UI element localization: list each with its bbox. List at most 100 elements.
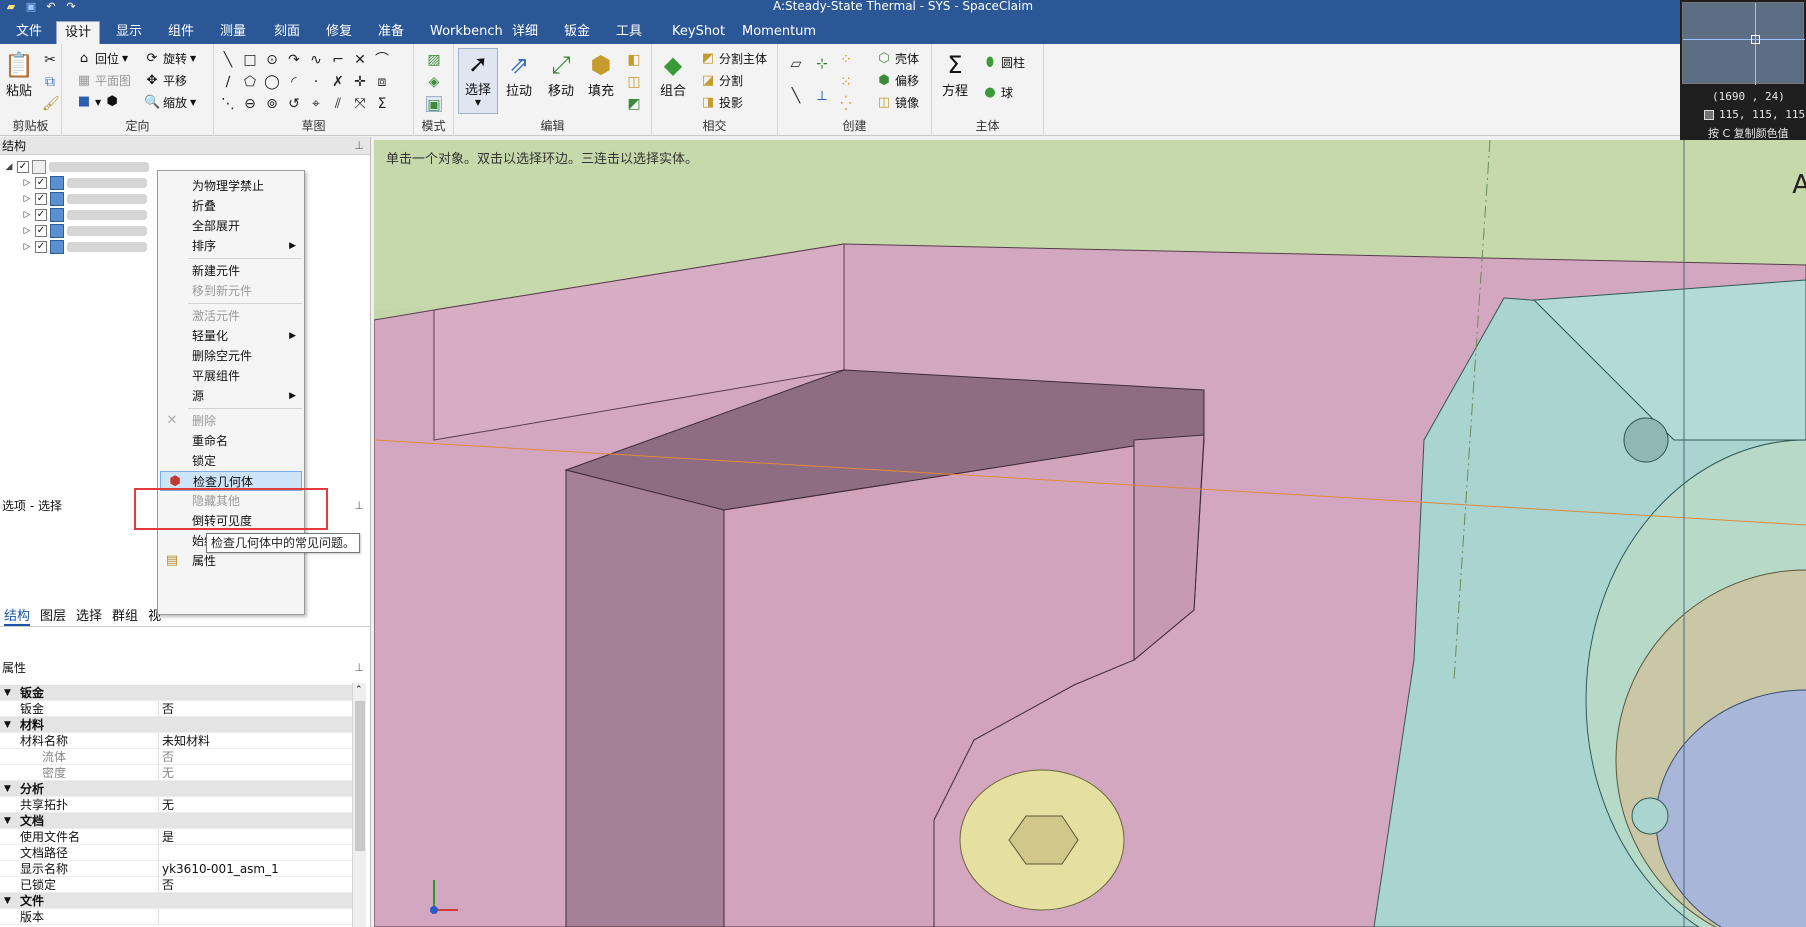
property-category[interactable]: ▼ 文档 <box>0 813 358 829</box>
bend-tool-icon[interactable]: ⌒ <box>374 52 390 68</box>
3d-viewport[interactable]: 单击一个对象。双击以选择环边。三连击以选择实体。 A <box>374 140 1806 927</box>
property-row[interactable]: 已锁定 否 <box>0 877 358 893</box>
split-button[interactable]: ◪ 分割 <box>700 72 743 89</box>
visibility-checkbox[interactable]: ✓ <box>35 193 47 205</box>
pin-icon[interactable]: ⊥ <box>354 497 364 515</box>
tab-structure[interactable]: 结构 <box>4 607 31 626</box>
menu-item[interactable]: 新建元件 <box>158 261 304 281</box>
move-button[interactable]: ⤢ 移动 <box>546 50 576 99</box>
visibility-checkbox[interactable]: ✓ <box>17 161 29 173</box>
tab-measure[interactable]: 测量 <box>212 21 254 44</box>
tree-item[interactable]: ▷ ✓ <box>22 223 147 239</box>
scale-sketch-icon[interactable]: ⤧ <box>352 96 368 112</box>
menu-item[interactable]: 排序 ▶ <box>158 236 304 256</box>
home-button[interactable]: ⌂ 回位 ▼ <box>76 50 128 67</box>
circle-tool-icon[interactable]: ⊙ <box>264 52 280 68</box>
tab-groups[interactable]: 群组 <box>112 607 138 626</box>
construction-line-icon[interactable]: ⋱ <box>220 96 236 112</box>
menu-item[interactable]: 重命名 <box>158 431 304 451</box>
menu-item[interactable]: 为物理学禁止 <box>158 176 304 196</box>
menu-item[interactable]: 轻量化 ▶ <box>158 326 304 346</box>
cylinder-button[interactable]: ⬮ 圆柱 <box>982 54 1025 71</box>
menu-item[interactable]: ▤ 属性 <box>158 551 304 571</box>
expand-icon[interactable]: ▷ <box>22 194 32 204</box>
tree-item[interactable]: ▷ ✓ <box>22 207 147 223</box>
property-row[interactable]: 材料名称 未知材料 <box>0 733 358 749</box>
cut-icon[interactable]: ✂ <box>42 52 58 68</box>
menu-item[interactable]: 源 ▶ <box>158 386 304 406</box>
equation-button[interactable]: Σ 方程 <box>940 50 970 99</box>
expand-icon[interactable]: ▷ <box>22 178 32 188</box>
project-sketch-icon[interactable]: ⌖ <box>308 96 324 112</box>
tab-selection[interactable]: 选择 <box>76 607 102 626</box>
expand-icon[interactable]: ▷ <box>22 210 32 220</box>
expand-icon[interactable]: ▷ <box>22 226 32 236</box>
slot-tool-icon[interactable]: ⊖ <box>242 96 258 112</box>
select-button[interactable]: ➚ 选择 ▼ <box>458 48 498 114</box>
property-row[interactable]: 钣金 否 <box>0 701 358 717</box>
tab-repair[interactable]: 修复 <box>318 21 360 44</box>
tree-root[interactable]: ◢ ✓ <box>4 159 149 175</box>
tab-facets[interactable]: 刻面 <box>266 21 308 44</box>
tab-sheet-metal[interactable]: 钣金 <box>556 21 598 44</box>
property-row[interactable]: 密度 无 <box>0 765 358 781</box>
tab-tools[interactable]: 工具 <box>608 21 650 44</box>
rotate-button[interactable]: ⟳ 旋转 ▼ <box>144 50 197 67</box>
menu-item[interactable]: 锁定 <box>158 451 304 471</box>
offset-curve-icon[interactable]: ⧈ <box>374 74 390 90</box>
split-body-button[interactable]: ◩ 分割主体 <box>700 50 767 67</box>
axes-icon[interactable]: ⟂ <box>814 88 830 104</box>
visibility-checkbox[interactable]: ✓ <box>35 177 47 189</box>
move-sketch-icon[interactable]: ✛ <box>352 74 368 90</box>
zoom-button[interactable]: 🔍 缩放 ▼ <box>144 94 196 111</box>
tab-detail[interactable]: 详细 <box>504 21 546 44</box>
collapse-icon[interactable]: ◢ <box>4 162 14 172</box>
scroll-thumb[interactable] <box>355 701 365 851</box>
property-row[interactable]: 流体 否 <box>0 749 358 765</box>
tab-display[interactable]: 显示 <box>108 21 150 44</box>
arc-tool-icon[interactable]: ↷ <box>286 52 302 68</box>
tree-item[interactable]: ▷ ✓ <box>22 175 147 191</box>
tab-layers[interactable]: 图层 <box>40 607 66 626</box>
tangent-line-icon[interactable]: ∕ <box>220 74 236 90</box>
trim-tool-icon[interactable]: ✕ <box>352 52 368 68</box>
tweak-face-icon[interactable]: ◫ <box>626 74 642 90</box>
split-line-icon[interactable]: ✗ <box>330 74 346 90</box>
pin-icon[interactable]: ⊥ <box>354 659 364 677</box>
expand-icon[interactable]: ▷ <box>22 242 32 252</box>
property-category[interactable]: ▼ 钣金 <box>0 685 358 701</box>
line-tool-icon[interactable]: ╲ <box>220 52 236 68</box>
fill-button[interactable]: ⬢ 填充 <box>586 50 616 99</box>
property-row[interactable]: 使用文件名 是 <box>0 829 358 845</box>
properties-scrollbar[interactable]: ⌃ <box>352 683 366 927</box>
visibility-checkbox[interactable]: ✓ <box>35 209 47 221</box>
sweep-arc-icon[interactable]: ↺ <box>286 96 302 112</box>
copy-icon[interactable]: ⧉ <box>42 74 58 90</box>
tab-workbench[interactable]: Workbench <box>422 21 511 44</box>
menu-item[interactable]: 平展组件 <box>158 366 304 386</box>
sketch-mode-icon[interactable]: ▨ <box>426 52 442 68</box>
3d-mode-icon[interactable]: ▣ <box>426 96 442 113</box>
replace-icon[interactable]: ◩ <box>626 96 642 112</box>
plane-icon[interactable]: ▱ <box>788 56 804 72</box>
section-mode-icon[interactable]: ◈ <box>426 74 442 90</box>
collapse-icon[interactable]: ▼ <box>4 813 11 829</box>
ellipse-tool-icon[interactable]: ◯ <box>264 74 280 90</box>
corner-tool-icon[interactable]: ⌐ <box>330 52 346 68</box>
property-row[interactable]: 共享拓扑 无 <box>0 797 358 813</box>
scroll-up-icon[interactable]: ⌃ <box>355 685 363 695</box>
combine-button[interactable]: ◆ 组合 <box>658 50 688 99</box>
collapse-icon[interactable]: ▼ <box>4 717 11 733</box>
blend-icon[interactable]: ◧ <box>626 52 642 68</box>
sphere-button[interactable]: ● 球 <box>982 84 1013 101</box>
origin-icon[interactable]: ⊹ <box>814 56 830 72</box>
property-row[interactable]: 版本 <box>0 909 358 925</box>
collapse-icon[interactable]: ▼ <box>4 893 11 909</box>
tangent-arc-icon[interactable]: ◜ <box>286 74 302 90</box>
pull-button[interactable]: ⇗ 拉动 <box>504 50 534 99</box>
property-category[interactable]: ▼ 文件 <box>0 893 358 909</box>
menu-item[interactable]: 全部展开 <box>158 216 304 236</box>
rectangle-tool-icon[interactable]: □ <box>242 52 258 68</box>
view-cube-button[interactable]: ■ ▼ ⬢ <box>76 94 120 110</box>
mirror-button[interactable]: ◫ 镜像 <box>876 94 919 111</box>
